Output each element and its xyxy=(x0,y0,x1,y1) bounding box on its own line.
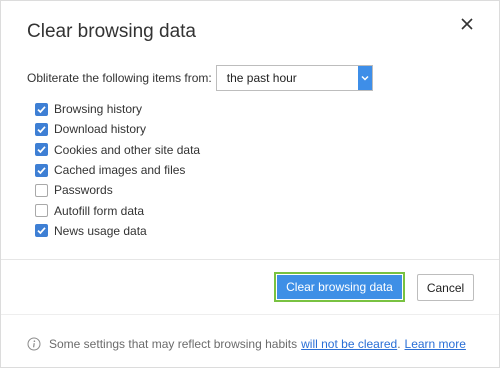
divider xyxy=(1,259,499,260)
option-label: Passwords xyxy=(54,183,113,198)
option-cached-images[interactable]: Cached images and files xyxy=(35,160,200,180)
time-range-label: Obliterate the following items from: xyxy=(27,71,212,85)
checkbox[interactable] xyxy=(35,163,48,177)
option-label: Cached images and files xyxy=(54,163,186,178)
checkbox[interactable] xyxy=(35,122,48,136)
option-cookies[interactable]: Cookies and other site data xyxy=(35,140,200,160)
close-icon[interactable] xyxy=(456,13,478,35)
cancel-button[interactable]: Cancel xyxy=(417,274,474,301)
learn-more-link[interactable]: Learn more xyxy=(405,337,466,351)
option-browsing-history[interactable]: Browsing history xyxy=(35,99,200,119)
footer-period: . xyxy=(397,337,401,351)
footer-note: Some settings that may reflect browsing … xyxy=(27,337,466,351)
checkbox[interactable] xyxy=(35,204,48,218)
option-download-history[interactable]: Download history xyxy=(35,119,200,139)
time-range-select[interactable]: the past hour xyxy=(215,65,373,91)
checkbox[interactable] xyxy=(35,183,48,197)
data-type-list: Browsing history Download history Cookie… xyxy=(35,99,200,241)
time-range-row: Obliterate the following items from: the… xyxy=(27,65,373,91)
checkbox[interactable] xyxy=(35,224,48,238)
option-label: Browsing history xyxy=(54,102,143,117)
footer-divider xyxy=(1,314,499,315)
option-autofill[interactable]: Autofill form data xyxy=(35,200,200,220)
time-range-value: the past hour xyxy=(226,71,297,85)
option-label: Autofill form data xyxy=(54,203,145,218)
clear-browsing-data-button[interactable]: Clear browsing data xyxy=(274,272,405,302)
option-label: Cookies and other site data xyxy=(54,142,201,157)
checkbox[interactable] xyxy=(35,143,48,157)
option-passwords[interactable]: Passwords xyxy=(35,180,200,200)
footer-text: Some settings that may reflect browsing … xyxy=(49,337,298,351)
not-cleared-link[interactable]: will not be cleared xyxy=(301,337,397,351)
dialog-title: Clear browsing data xyxy=(27,21,196,42)
option-label: Download history xyxy=(54,122,147,137)
checkbox[interactable] xyxy=(35,102,48,116)
info-icon xyxy=(27,337,41,351)
option-label: News usage data xyxy=(54,223,147,238)
clear-browsing-dialog: Clear browsing data Obliterate the follo… xyxy=(0,0,500,368)
chevron-down-icon xyxy=(357,66,372,90)
option-news-usage[interactable]: News usage data xyxy=(35,221,200,241)
